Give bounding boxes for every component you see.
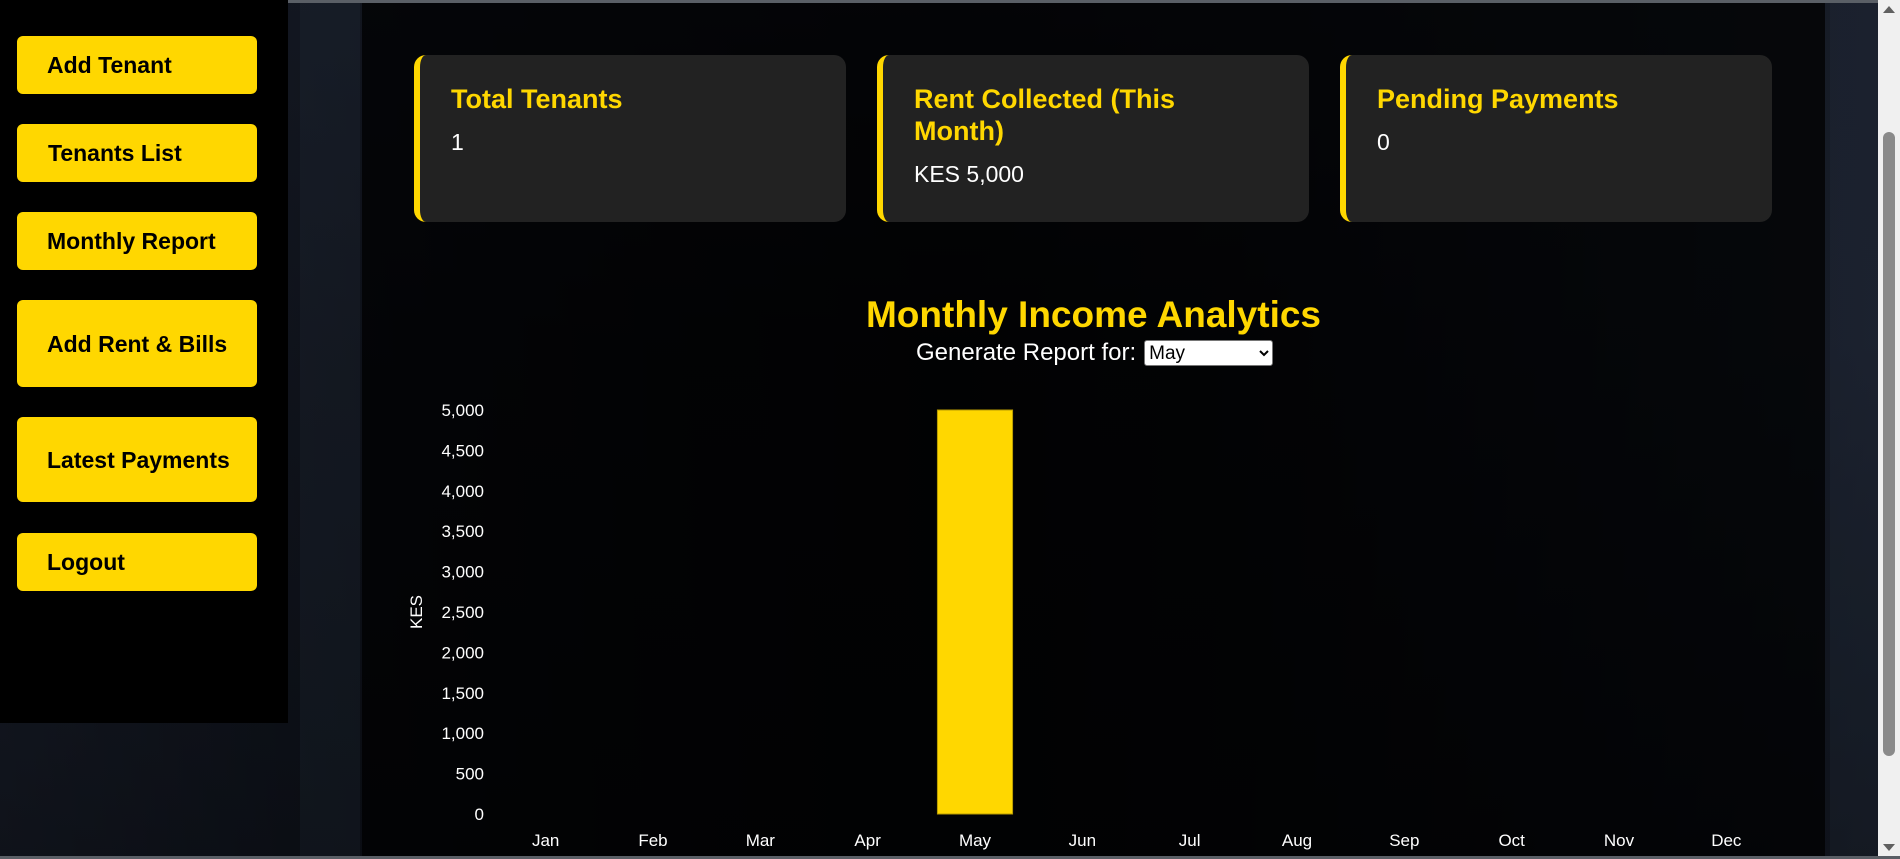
y-axis-label: KES [407,595,426,629]
stat-card-title: Rent Collected (This Month) [914,84,1176,146]
sidebar-item-logout[interactable]: Logout [17,533,257,591]
y-tick-label: 3,500 [441,522,484,541]
background-pillar [1830,0,1880,859]
scroll-down-icon[interactable] [1883,844,1895,851]
x-tick-label: Apr [854,831,881,850]
stat-card-value: 0 [1377,129,1390,155]
sidebar-item-label: Tenants List [48,140,182,166]
y-tick-label: 4,500 [441,441,484,460]
sidebar-item-label: Monthly Report [47,228,216,254]
y-tick-label: 1,500 [441,684,484,703]
y-tick-label: 2,500 [441,603,484,622]
stat-card-pending-payments: Pending Payments 0 [1340,55,1772,222]
bar-may [936,409,1014,815]
x-tick-label: Mar [746,831,776,850]
y-tick-label: 1,000 [441,724,484,743]
x-tick-label: Oct [1498,831,1525,850]
sidebar-item-label: Logout [47,549,125,575]
x-tick-label: Aug [1282,831,1312,850]
sidebar: Add Tenant Tenants List Monthly Report A… [0,0,288,723]
sidebar-item-tenants-list[interactable]: Tenants List [17,124,257,182]
stat-card-value: KES 5,000 [914,161,1024,187]
stat-card-rent-collected: Rent Collected (This Month) KES 5,000 [877,55,1309,222]
y-tick-label: 500 [456,765,484,784]
x-tick-label: May [959,831,992,850]
report-selector-row: Generate Report for: May [916,339,1274,367]
income-bar-chart: KES 0 500 1,000 1,500 2,000 2,500 3,000 3,500 4,0… [407,401,1742,850]
stat-card-value: 1 [451,129,464,155]
sidebar-item-latest-payments[interactable]: Latest Payments [17,417,257,502]
stat-card-title: Pending Payments [1377,84,1619,114]
y-tick-label: 0 [475,805,484,824]
x-tick-label: Feb [638,831,667,850]
scroll-thumb[interactable] [1883,132,1895,756]
x-tick-label: Nov [1604,831,1635,850]
x-tick-label: Jun [1069,831,1096,850]
sidebar-item-add-tenant[interactable]: Add Tenant [17,36,257,94]
y-tick-label: 4,000 [441,482,484,501]
x-tick-label: Jul [1179,831,1201,850]
stat-card-total-tenants: Total Tenants 1 [414,55,846,222]
x-tick-label: Dec [1711,831,1742,850]
sidebar-item-label: Add Rent & Bills [47,330,228,357]
analytics-title: Monthly Income Analytics [865,294,1322,335]
scroll-up-icon[interactable] [1883,6,1895,13]
y-tick-label: 2,000 [441,643,484,662]
y-tick-label: 5,000 [441,401,484,420]
x-tick-label: Jan [532,831,559,850]
sidebar-item-label: Latest Payments [47,446,230,473]
background-pillar [300,0,360,859]
sidebar-item-monthly-report[interactable]: Monthly Report [17,212,257,270]
report-label: Generate Report for: [916,339,1137,366]
sidebar-item-add-rent-bills[interactable]: Add Rent & Bills [17,300,257,387]
scrollbar[interactable] [1878,0,1900,859]
month-select[interactable]: May [1144,340,1274,366]
app-viewport: Add Tenant Tenants List Monthly Report A… [0,0,1900,859]
stat-card-title: Total Tenants [451,84,623,114]
sidebar-item-label: Add Tenant [47,52,172,78]
y-tick-label: 3,000 [441,563,484,582]
x-tick-label: Sep [1389,831,1419,850]
